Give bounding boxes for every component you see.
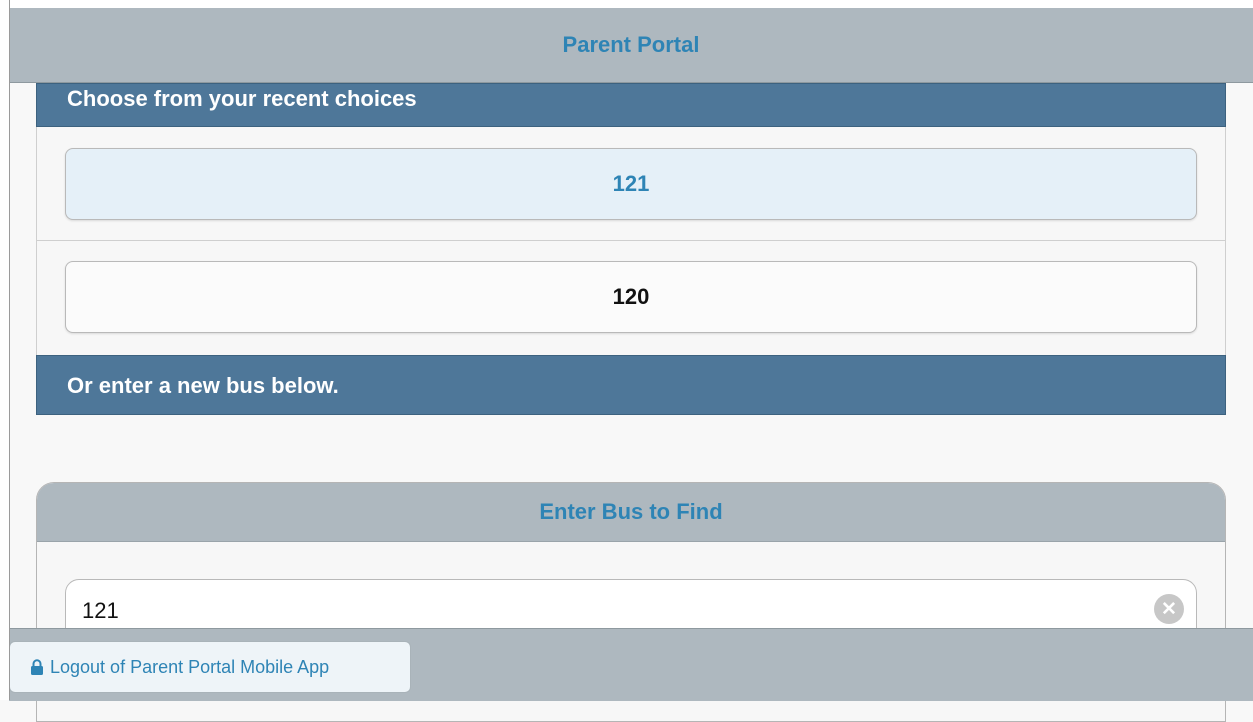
recent-choice-button-120[interactable]: 120 [65, 261, 1197, 333]
find-bus-title: Enter Bus to Find [37, 483, 1225, 542]
new-bus-heading: Or enter a new bus below. [36, 355, 1226, 415]
logout-button[interactable]: Logout of Parent Portal Mobile App [9, 641, 411, 693]
logout-label: Logout of Parent Portal Mobile App [50, 656, 330, 677]
recent-choices-list: 121 120 [36, 127, 1226, 355]
recent-choices-heading: Choose from your recent choices [36, 83, 1226, 127]
app-header: Parent Portal [9, 8, 1253, 83]
lock-icon [31, 659, 43, 675]
list-item: 121 [37, 127, 1225, 241]
recent-choice-button-121[interactable]: 121 [65, 148, 1197, 220]
list-item: 120 [37, 241, 1225, 355]
top-border [0, 0, 1253, 8]
page-title: Parent Portal [562, 32, 700, 57]
footer-bar: Logout of Parent Portal Mobile App [9, 628, 1253, 701]
clear-circle-icon[interactable]: ✕ [1154, 594, 1184, 624]
left-border [0, 0, 10, 700]
